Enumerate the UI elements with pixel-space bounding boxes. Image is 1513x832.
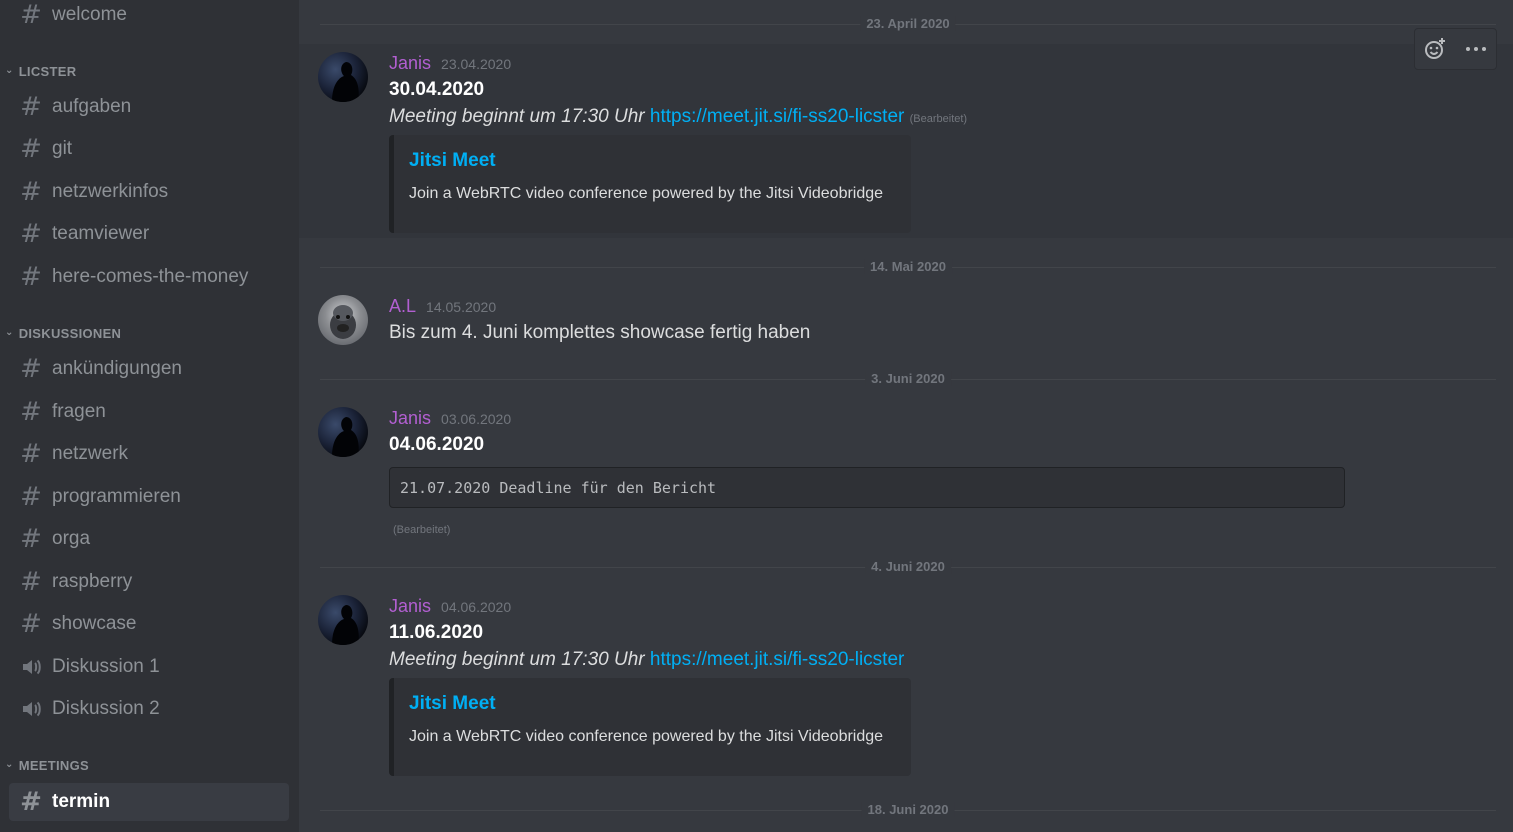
message-header: Janis 04.06.2020 [389, 596, 511, 617]
channel-welcome[interactable]: # welcome [9, 0, 289, 34]
timestamp: 14.05.2020 [426, 299, 497, 315]
hash-icon: # [20, 397, 42, 427]
hash-icon: # [20, 92, 42, 122]
meeting-link[interactable]: https://meet.jit.si/fi-ss20-licster [650, 106, 904, 127]
hash-icon: # [20, 482, 42, 512]
embed-title[interactable]: Jitsi Meet [409, 150, 496, 172]
hash-icon: # [20, 524, 42, 554]
message-list: 23. April 2020 Janis 23.04.2020 30.04.20… [299, 0, 1513, 832]
chevron-down-icon: ⌄ [5, 326, 14, 338]
hash-icon: # [20, 177, 42, 207]
hash-icon: # [20, 787, 42, 817]
author-name[interactable]: Janis [389, 53, 431, 74]
embed-description: Join a WebRTC video conference powered b… [409, 185, 884, 202]
hash-icon: # [20, 219, 42, 249]
channel-teamviewer[interactable]: # teamviewer [9, 215, 289, 253]
message-header: A.L 14.05.2020 [389, 296, 496, 317]
avatar[interactable] [318, 52, 368, 102]
date-divider: 23. April 2020 [320, 16, 1496, 31]
message-actions-toolbar [1414, 28, 1497, 70]
message-text: 04.06.2020 [389, 434, 485, 455]
hash-icon: # [20, 134, 42, 164]
timestamp: 04.06.2020 [441, 599, 512, 615]
hash-icon: # [20, 262, 42, 292]
code-block: 21.07.2020 Deadline für den Bericht [389, 467, 1345, 508]
chevron-down-icon: ⌄ [5, 64, 14, 76]
message-text: 11.06.2020 [389, 622, 484, 643]
avatar[interactable] [318, 407, 368, 457]
embed-description: Join a WebRTC video conference powered b… [409, 728, 884, 745]
channel-termin[interactable]: # termin [9, 783, 289, 821]
author-name[interactable]: A.L [389, 296, 416, 317]
category-diskussionen[interactable]: ⌄ DISKUSSIONEN [5, 323, 121, 343]
channel-showcase[interactable]: # showcase [9, 605, 289, 643]
speaker-icon [20, 699, 42, 719]
channel-aufgaben[interactable]: # aufgaben [9, 88, 289, 126]
channel-netzwerkinfos[interactable]: # netzwerkinfos [9, 173, 289, 211]
hash-icon: # [20, 609, 42, 639]
channel-label: welcome [52, 4, 127, 25]
category-licster[interactable]: ⌄ LICSTER [5, 61, 76, 81]
message-header: Janis 23.04.2020 [389, 53, 511, 74]
embed-title[interactable]: Jitsi Meet [409, 693, 496, 715]
voice-channel-diskussion-2[interactable]: Diskussion 2 [9, 690, 289, 728]
hash-icon: # [20, 439, 42, 469]
speaker-icon [20, 657, 42, 677]
message-text: 30.04.2020 [389, 79, 485, 100]
channel-netzwerk[interactable]: # netzwerk [9, 435, 289, 473]
edited-label: (Bearbeitet) [909, 113, 968, 125]
date-divider: 4. Juni 2020 [320, 559, 1496, 574]
avatar[interactable] [318, 595, 368, 645]
message-text: Meeting beginnt um 17:30 Uhr https://mee… [389, 106, 968, 127]
category-meetings[interactable]: ⌄ MEETINGS [5, 755, 89, 775]
message-text: Meeting beginnt um 17:30 Uhr https://mee… [389, 649, 905, 670]
link-embed: Jitsi Meet Join a WebRTC video conferenc… [389, 678, 911, 776]
channel-sidebar: # welcome ⌄ LICSTER # aufgaben # git # n… [0, 0, 299, 832]
voice-channel-diskussion-1[interactable]: Diskussion 1 [9, 648, 289, 686]
date-divider: 3. Juni 2020 [320, 371, 1496, 386]
channel-raspberry[interactable]: # raspberry [9, 563, 289, 601]
channel-ankuendigungen[interactable]: # ankündigungen [9, 350, 289, 388]
avatar[interactable] [318, 295, 368, 345]
author-name[interactable]: Janis [389, 596, 431, 617]
timestamp: 03.06.2020 [441, 411, 512, 427]
add-reaction-icon[interactable] [1420, 34, 1450, 64]
timestamp: 23.04.2020 [441, 56, 512, 72]
hash-icon: # [20, 0, 42, 30]
hash-icon: # [20, 567, 42, 597]
channel-git[interactable]: # git [9, 130, 289, 168]
more-options-icon[interactable] [1461, 34, 1491, 64]
message-text: Bis zum 4. Juni komplettes showcase fert… [389, 322, 811, 343]
channel-here-comes-the-money[interactable]: # here-comes-the-money [9, 258, 289, 296]
link-embed: Jitsi Meet Join a WebRTC video conferenc… [389, 135, 911, 233]
date-divider: 14. Mai 2020 [320, 259, 1496, 274]
hash-icon: # [20, 354, 42, 384]
chevron-down-icon: ⌄ [5, 758, 14, 770]
channel-programmieren[interactable]: # programmieren [9, 478, 289, 516]
date-divider: 18. Juni 2020 [320, 802, 1496, 817]
channel-fragen[interactable]: # fragen [9, 393, 289, 431]
channel-orga[interactable]: # orga [9, 520, 289, 558]
author-name[interactable]: Janis [389, 408, 431, 429]
meeting-link[interactable]: https://meet.jit.si/fi-ss20-licster [650, 649, 904, 670]
message-header: Janis 03.06.2020 [389, 408, 511, 429]
edited-label: (Bearbeitet) [393, 524, 451, 536]
